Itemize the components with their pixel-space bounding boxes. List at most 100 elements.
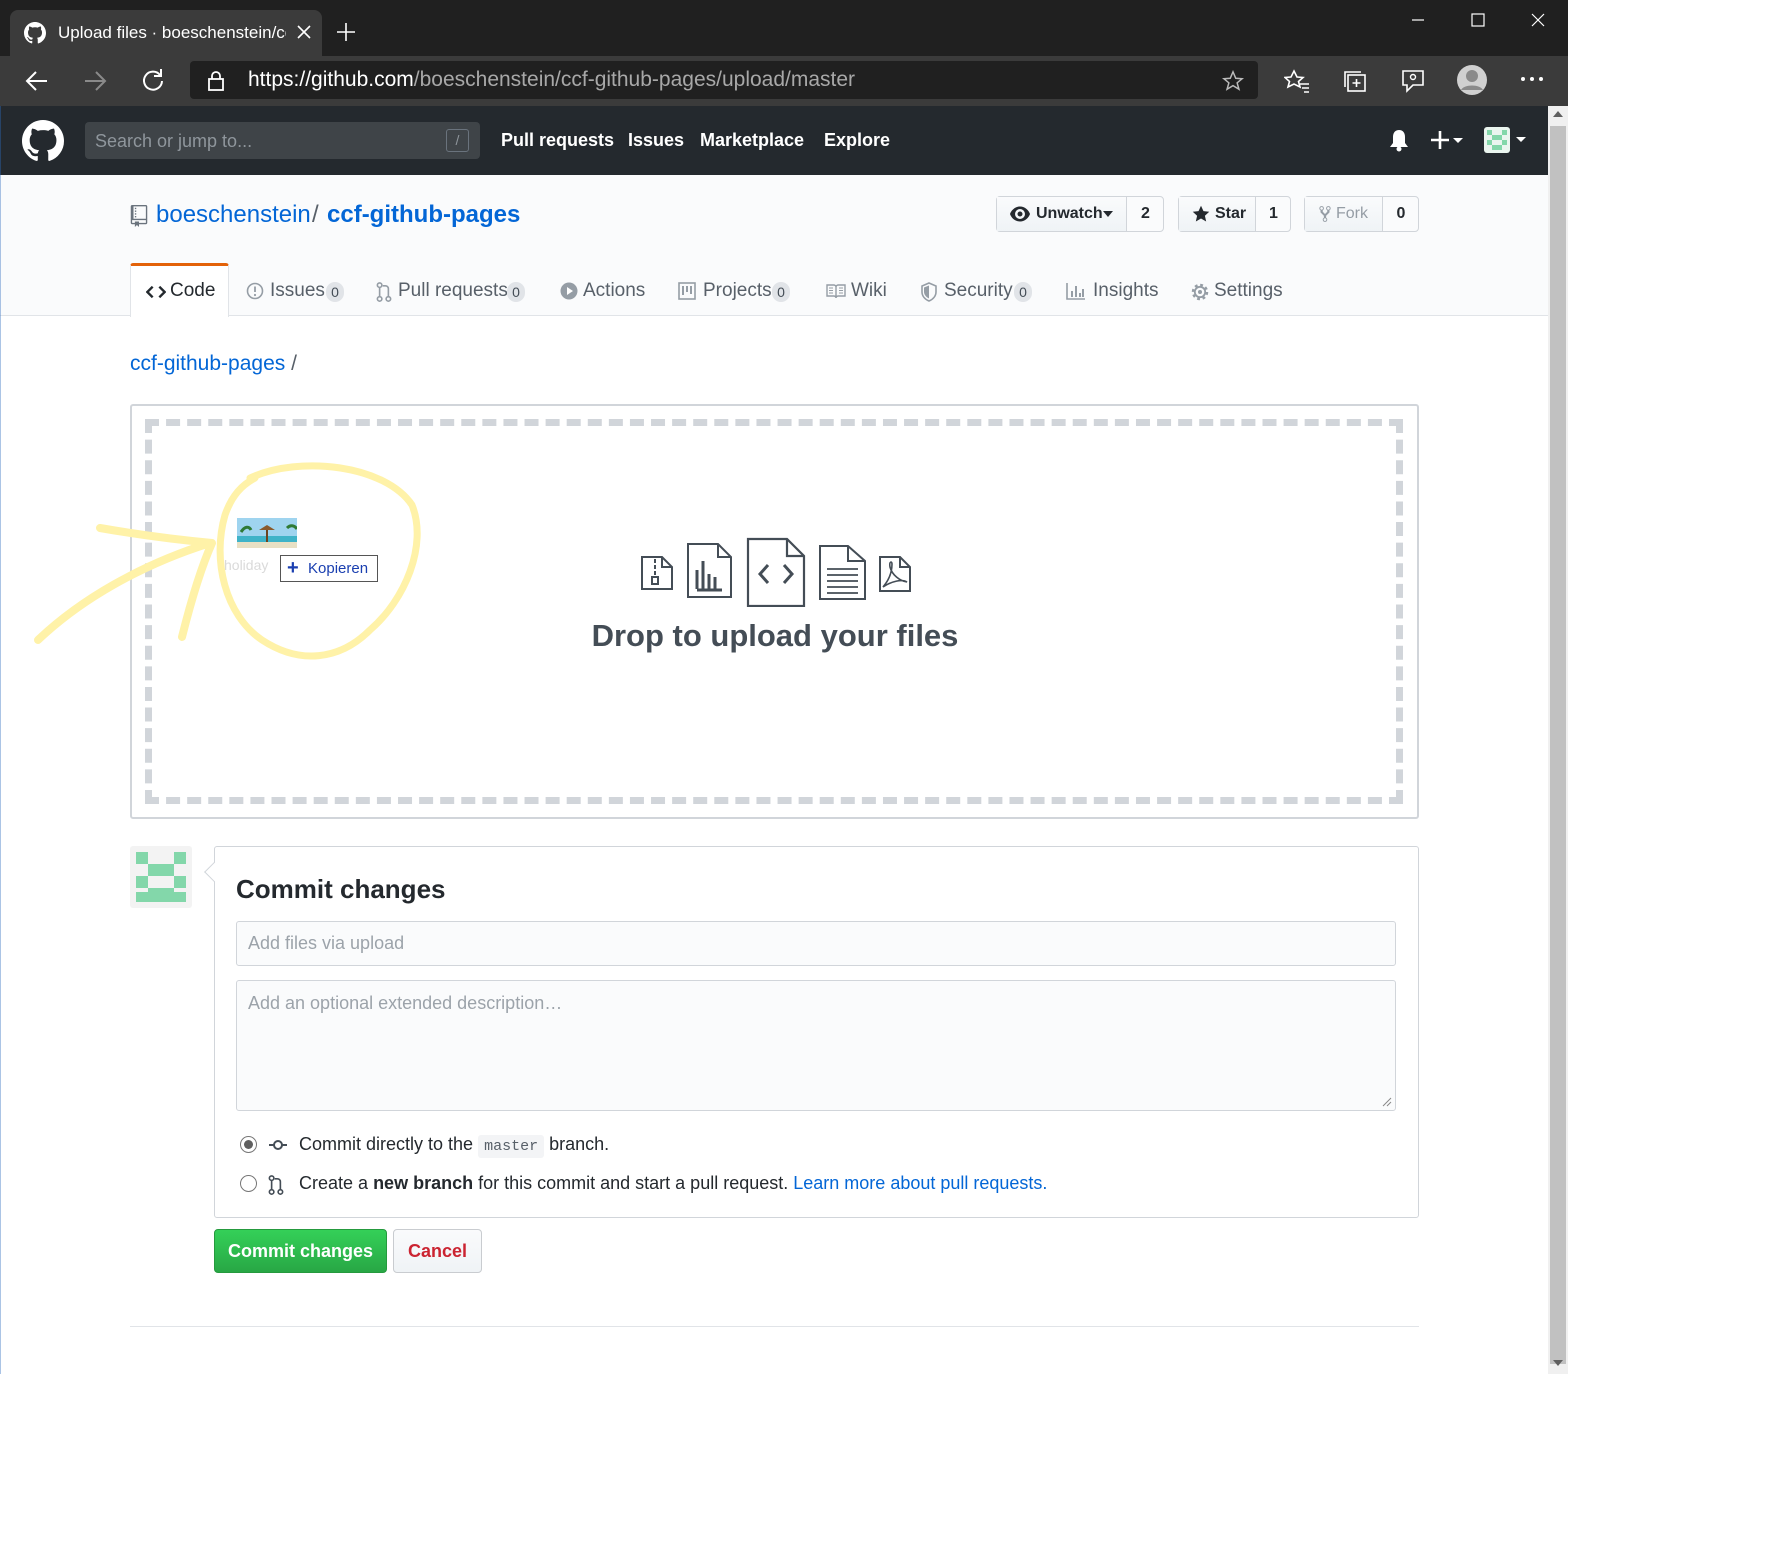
maximize-icon[interactable] bbox=[1470, 12, 1486, 28]
dropdown-caret-icon bbox=[1103, 211, 1113, 217]
vertical-scrollbar[interactable] bbox=[1548, 106, 1568, 1374]
pdf-file-icon bbox=[879, 556, 911, 592]
feedback-icon[interactable] bbox=[1400, 68, 1426, 94]
user-avatar-menu-icon[interactable] bbox=[1484, 126, 1528, 154]
commit-changes-button[interactable]: Commit changes bbox=[214, 1229, 387, 1273]
window-border bbox=[0, 106, 1, 1374]
breadcrumb: ccf-github-pages / bbox=[130, 352, 297, 376]
branch-name-badge: master bbox=[478, 1135, 545, 1158]
drop-zone-dashed-border bbox=[145, 419, 1403, 804]
repo-owner-link[interactable]: boeschenstein bbox=[156, 201, 311, 229]
fork-button-group: Fork 0 bbox=[1304, 196, 1419, 232]
repo-title-separator: / bbox=[312, 201, 319, 228]
commit-direct-radio[interactable] bbox=[240, 1136, 257, 1153]
github-favicon-icon bbox=[24, 22, 46, 44]
tab-pull-requests[interactable]: Pull requests 0 bbox=[376, 263, 526, 316]
tab-actions[interactable]: Actions bbox=[560, 263, 650, 316]
cancel-button[interactable]: Cancel bbox=[393, 1229, 482, 1273]
text-file-icon bbox=[819, 545, 866, 600]
browser-tab-bar: Upload files · boeschenstein/ccf- bbox=[0, 0, 1568, 56]
close-window-icon[interactable] bbox=[1530, 12, 1546, 28]
commit-description-textarea[interactable] bbox=[236, 980, 1396, 1111]
repo-icon bbox=[130, 205, 148, 227]
tab-issues[interactable]: Issues 0 bbox=[246, 263, 346, 316]
more-menu-icon[interactable] bbox=[1520, 76, 1544, 82]
tab-insights[interactable]: Insights bbox=[1066, 263, 1161, 316]
star-button[interactable]: Star bbox=[1179, 197, 1256, 231]
projects-counter: 0 bbox=[772, 282, 790, 302]
pull-requests-counter: 0 bbox=[507, 282, 525, 302]
learn-more-pull-requests-link[interactable]: Learn more about pull requests. bbox=[793, 1173, 1047, 1193]
watch-button-group: Unwatch 2 bbox=[996, 196, 1164, 232]
scroll-down-arrow-icon[interactable] bbox=[1553, 1360, 1563, 1366]
plus-icon: + bbox=[287, 557, 299, 579]
breadcrumb-repo-link[interactable]: ccf-github-pages bbox=[130, 352, 285, 375]
commit-node-icon bbox=[268, 1136, 288, 1154]
issue-icon bbox=[246, 282, 264, 300]
new-tab-icon[interactable] bbox=[334, 20, 358, 44]
play-icon bbox=[560, 282, 578, 300]
drag-copy-tooltip: + Kopieren bbox=[280, 555, 378, 582]
unwatch-button[interactable]: Unwatch bbox=[997, 197, 1127, 231]
browser-tab[interactable]: Upload files · boeschenstein/ccf- bbox=[10, 10, 322, 56]
tab-projects[interactable]: Projects 0 bbox=[678, 263, 793, 316]
fork-icon bbox=[1318, 205, 1332, 223]
scroll-up-arrow-icon[interactable] bbox=[1553, 111, 1563, 117]
eye-icon bbox=[1010, 206, 1030, 222]
repository-header: boeschenstein / ccf-github-pages Unwatch… bbox=[0, 175, 1548, 317]
file-type-icons bbox=[640, 537, 920, 607]
upload-drop-zone[interactable]: Drop to upload your files holiday + Kopi… bbox=[130, 404, 1419, 819]
star-icon bbox=[1192, 205, 1210, 223]
textarea-resize-handle-icon[interactable] bbox=[1382, 1097, 1392, 1107]
github-logo-icon[interactable] bbox=[22, 120, 64, 162]
fork-button[interactable]: Fork bbox=[1305, 197, 1383, 231]
star-count[interactable]: 1 bbox=[1257, 205, 1290, 223]
address-bar[interactable]: https://github.com/boeschenstein/ccf-git… bbox=[190, 61, 1258, 99]
browser-toolbar: https://github.com/boeschenstein/ccf-git… bbox=[0, 56, 1568, 106]
nav-pull-requests[interactable]: Pull requests bbox=[501, 130, 614, 151]
dragged-file-name: holiday bbox=[224, 557, 269, 573]
project-icon bbox=[678, 282, 696, 300]
watch-count[interactable]: 2 bbox=[1128, 205, 1163, 223]
footer-divider bbox=[130, 1326, 1419, 1327]
dragged-file-thumbnail bbox=[237, 518, 297, 548]
fork-count[interactable]: 0 bbox=[1384, 205, 1418, 223]
tab-code[interactable]: Code bbox=[130, 263, 229, 317]
commit-form: Commit changes Commit directly to the ma… bbox=[204, 846, 1419, 1218]
zip-file-icon bbox=[641, 556, 673, 590]
lock-icon[interactable] bbox=[206, 70, 226, 92]
refresh-icon[interactable] bbox=[140, 68, 166, 94]
close-tab-icon[interactable] bbox=[296, 24, 312, 40]
pull-request-icon bbox=[376, 282, 392, 302]
nav-explore[interactable]: Explore bbox=[824, 130, 890, 151]
favorites-icon[interactable] bbox=[1284, 68, 1310, 94]
breadcrumb-separator: / bbox=[291, 352, 297, 375]
favorite-star-icon[interactable] bbox=[1222, 70, 1244, 92]
shield-icon bbox=[920, 282, 938, 302]
browser-tab-title: Upload files · boeschenstein/ccf- bbox=[58, 23, 286, 42]
search-shortcut-key: / bbox=[446, 129, 469, 152]
graph-icon bbox=[1066, 282, 1086, 300]
notifications-bell-icon[interactable] bbox=[1388, 128, 1410, 152]
nav-issues[interactable]: Issues bbox=[628, 130, 684, 151]
avatar bbox=[130, 846, 192, 908]
code-file-icon bbox=[746, 537, 806, 607]
commit-summary-input[interactable] bbox=[236, 921, 1396, 966]
tab-security[interactable]: Security 0 bbox=[920, 263, 1035, 316]
repo-name-link[interactable]: ccf-github-pages bbox=[327, 201, 520, 229]
search-input[interactable]: Search or jump to... / bbox=[85, 122, 480, 159]
gear-icon bbox=[1190, 282, 1210, 302]
back-icon[interactable] bbox=[24, 68, 50, 94]
forward-icon[interactable] bbox=[82, 68, 108, 94]
minimize-icon[interactable] bbox=[1410, 12, 1426, 28]
scrollbar-thumb[interactable] bbox=[1550, 126, 1566, 1364]
tab-wiki[interactable]: Wiki bbox=[826, 263, 890, 316]
collections-icon[interactable] bbox=[1342, 68, 1368, 94]
profile-icon[interactable] bbox=[1456, 64, 1488, 96]
commit-form-caret bbox=[204, 862, 224, 882]
commit-new-branch-radio[interactable] bbox=[240, 1175, 257, 1192]
tab-settings[interactable]: Settings bbox=[1190, 263, 1285, 316]
create-new-plus-icon[interactable] bbox=[1430, 128, 1464, 152]
nav-marketplace[interactable]: Marketplace bbox=[700, 130, 804, 151]
commit-form-title: Commit changes bbox=[236, 874, 446, 904]
